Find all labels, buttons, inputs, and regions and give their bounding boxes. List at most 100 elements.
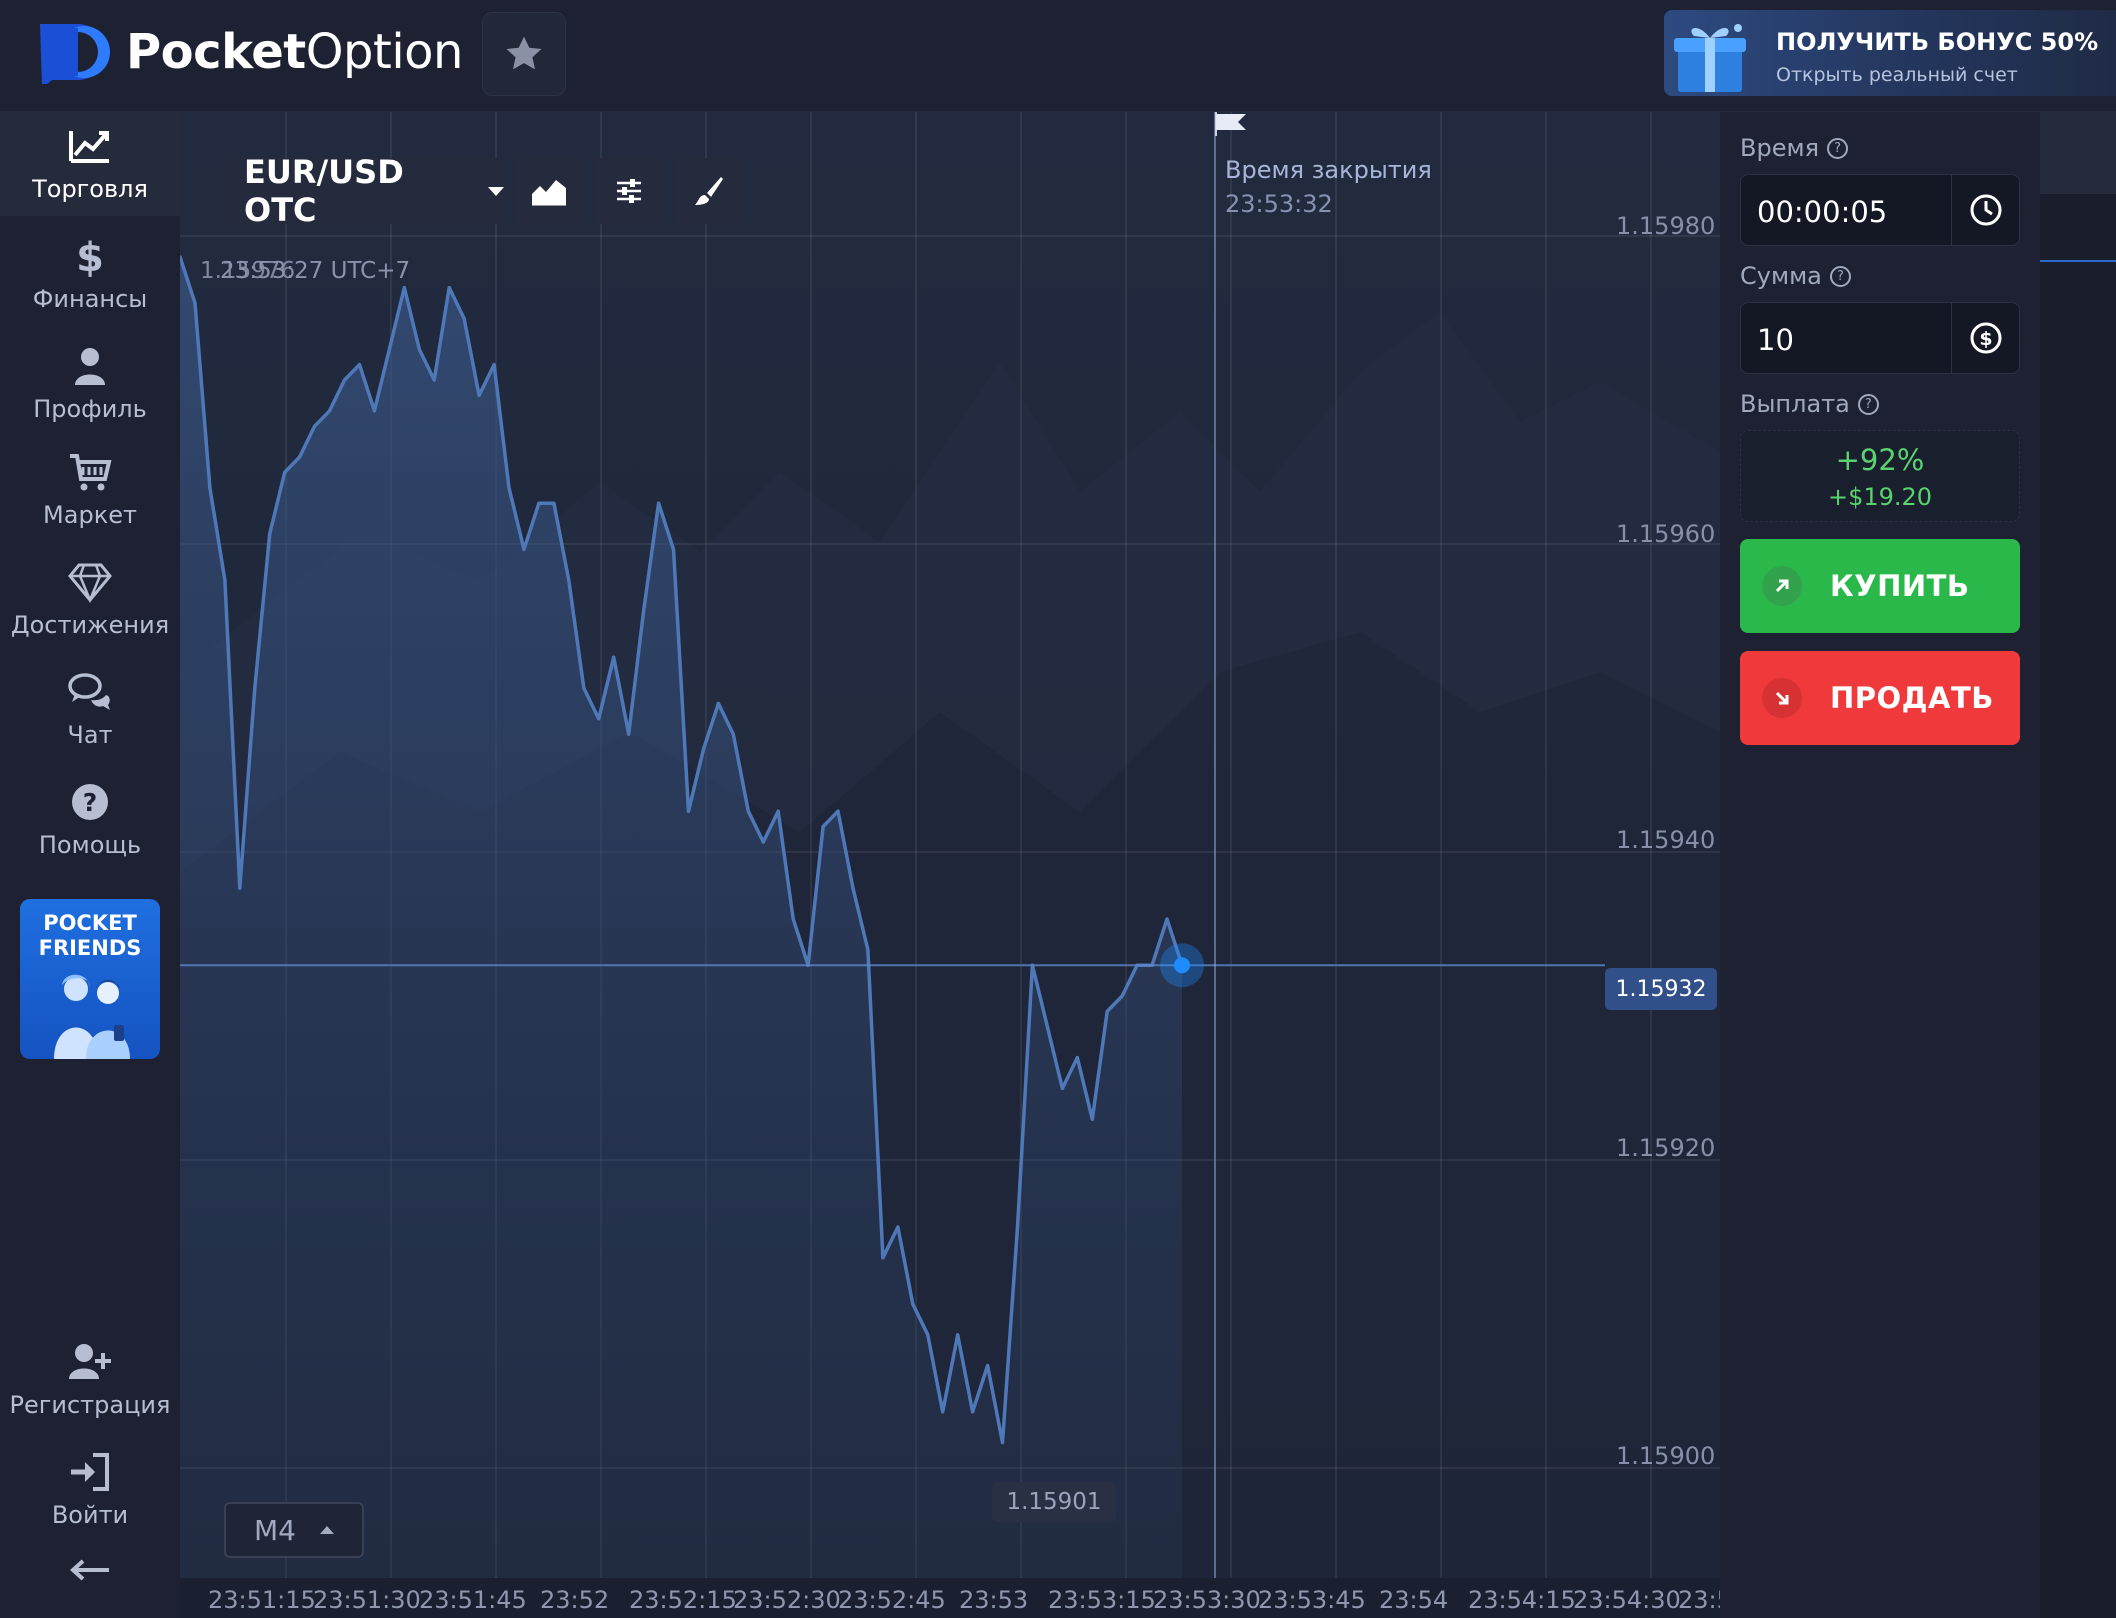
time-axis-tick: 23:51:30 bbox=[313, 1586, 421, 1614]
price-point bbox=[627, 732, 631, 736]
time-axis-tick: 23:52:45 bbox=[838, 1586, 946, 1614]
svg-text:?: ? bbox=[83, 788, 98, 817]
brand-light: Option bbox=[305, 24, 464, 80]
price-point bbox=[447, 286, 451, 290]
sidebar-item-label: Торговля bbox=[32, 175, 148, 203]
sign-in-icon bbox=[71, 1453, 109, 1491]
payout-label: Выплата ? bbox=[1740, 390, 1879, 418]
price-point bbox=[851, 886, 855, 890]
register-button[interactable]: Регистрация bbox=[0, 1328, 180, 1432]
time-axis-tick: 23:53 bbox=[959, 1586, 1029, 1614]
arrow-left-icon bbox=[70, 1559, 109, 1581]
bonus-banner[interactable]: ПОЛУЧИТЬ БОНУС 50% Открыть реальный счет bbox=[1664, 10, 2116, 96]
side-panel-tab[interactable] bbox=[2040, 112, 2116, 194]
sidebar-item-profile[interactable]: Профиль bbox=[0, 332, 180, 436]
price-point bbox=[238, 886, 242, 890]
header: PocketOption ПОЛУЧИТЬ БОНУС 50% Открыть … bbox=[0, 0, 2116, 112]
time-label-text: Время bbox=[1740, 134, 1820, 162]
price-point bbox=[896, 1225, 900, 1229]
question-icon[interactable]: ? bbox=[1827, 137, 1849, 159]
price-point bbox=[387, 347, 391, 351]
price-point bbox=[731, 732, 735, 736]
chevron-down-icon bbox=[488, 186, 504, 196]
trade-panel: Время ? 00:00:05 Сумма ? 10 $ Выплата ? … bbox=[1720, 112, 2040, 1618]
sidebar-item-help[interactable]: ? Помощь bbox=[0, 768, 180, 872]
amount-value: 10 bbox=[1757, 323, 1794, 357]
sidebar-item-achievements[interactable]: Достижения bbox=[0, 548, 180, 652]
price-axis-tick: 1.15980 bbox=[1616, 212, 1716, 240]
price-point bbox=[866, 948, 870, 952]
flag-icon bbox=[1215, 112, 1246, 136]
price-point bbox=[761, 840, 765, 844]
add-user-icon bbox=[69, 1344, 111, 1379]
price-point bbox=[1045, 1025, 1049, 1029]
price-point bbox=[612, 655, 616, 659]
buy-label: КУПИТЬ bbox=[1830, 569, 1970, 603]
duration-picker-button[interactable] bbox=[1951, 175, 2019, 245]
price-point bbox=[926, 1333, 930, 1337]
price-point bbox=[372, 409, 376, 413]
price-point bbox=[1000, 1441, 1005, 1445]
currency-button[interactable]: $ bbox=[1951, 303, 2019, 373]
sidebar-item-chat[interactable]: Чат bbox=[0, 658, 180, 762]
price-point bbox=[328, 409, 332, 413]
payout-box: +92% +$19.20 bbox=[1740, 430, 2020, 522]
arrow-up-right-icon bbox=[1762, 566, 1802, 606]
sell-button[interactable]: ПРОДАТЬ bbox=[1740, 651, 2020, 745]
price-point bbox=[776, 809, 780, 813]
question-icon[interactable]: ? bbox=[1829, 265, 1851, 287]
logo[interactable]: PocketOption bbox=[38, 20, 463, 88]
price-axis-tick: 1.15900 bbox=[1616, 1442, 1716, 1470]
help-icon: ? bbox=[72, 784, 108, 820]
sidebar-item-finance[interactable]: $ Финансы bbox=[0, 222, 180, 326]
time-axis-tick: 23:54 bbox=[1379, 1586, 1449, 1614]
asset-selector[interactable]: EUR/USD OTC bbox=[224, 153, 504, 229]
drawing-tools-button[interactable] bbox=[674, 158, 744, 224]
collapse-sidebar-button[interactable] bbox=[0, 1530, 180, 1610]
side-panel-edge bbox=[2040, 112, 2116, 1618]
timeframe-selector[interactable]: M4 bbox=[224, 1502, 364, 1558]
expiration-label: Время закрытия bbox=[1225, 156, 1432, 184]
duration-value: 00:00:05 bbox=[1757, 195, 1888, 229]
price-point bbox=[657, 501, 661, 505]
price-point bbox=[507, 486, 511, 490]
sidebar-item-trading[interactable]: Торговля bbox=[0, 112, 180, 216]
brand-name: PocketOption bbox=[126, 24, 463, 80]
indicators-button[interactable] bbox=[594, 158, 664, 224]
price-point bbox=[1090, 1117, 1094, 1121]
sidebar-item-label: Чат bbox=[67, 721, 113, 749]
pocket-friends-title: POCKET FRIENDS bbox=[20, 911, 160, 961]
price-point bbox=[746, 809, 750, 813]
buy-button[interactable]: КУПИТЬ bbox=[1740, 539, 2020, 633]
chevron-up-icon bbox=[319, 1526, 334, 1534]
price-point bbox=[567, 578, 571, 582]
time-label: Время ? bbox=[1740, 134, 1849, 162]
brand-bold: Pocket bbox=[126, 24, 306, 80]
price-point bbox=[342, 378, 347, 382]
payout-label-text: Выплата bbox=[1740, 390, 1850, 418]
price-point bbox=[716, 701, 721, 706]
chart-area[interactable]: EUR/USD OTC 1.15976 23:53:27 UTC+7 Время … bbox=[180, 112, 1720, 1618]
amount-field[interactable]: 10 $ bbox=[1740, 302, 2020, 374]
price-point bbox=[477, 393, 481, 397]
duration-field[interactable]: 00:00:05 bbox=[1740, 174, 2020, 246]
time-axis-tick: 23:53:45 bbox=[1258, 1586, 1366, 1614]
chart-line-icon bbox=[69, 131, 109, 163]
sidebar-item-market[interactable]: Маркет bbox=[0, 438, 180, 542]
time-axis-tick: 23:52 bbox=[540, 1586, 610, 1614]
chart-type-button[interactable] bbox=[514, 158, 584, 224]
pocket-friends-banner[interactable]: POCKET FRIENDS bbox=[20, 899, 160, 1059]
timeframe-value: M4 bbox=[254, 1513, 296, 1547]
price-chart[interactable] bbox=[180, 112, 1720, 1578]
question-icon[interactable]: ? bbox=[1857, 393, 1879, 415]
chart-clock-time: 23:53:27 UTC+7 bbox=[220, 258, 411, 284]
login-button[interactable]: Войти bbox=[0, 1438, 180, 1542]
expiration-time: 23:53:32 bbox=[1225, 190, 1333, 218]
favorites-button[interactable] bbox=[482, 12, 566, 96]
asset-name: EUR/USD OTC bbox=[244, 153, 404, 229]
time-axis: 23:51:15 23:51:30 23:51:45 23:52 23:52:1… bbox=[180, 1578, 1720, 1618]
price-point bbox=[1075, 1056, 1079, 1060]
svg-text:$: $ bbox=[76, 235, 104, 277]
time-axis-tick: 23:54:30 bbox=[1573, 1586, 1681, 1614]
price-point bbox=[208, 486, 212, 490]
